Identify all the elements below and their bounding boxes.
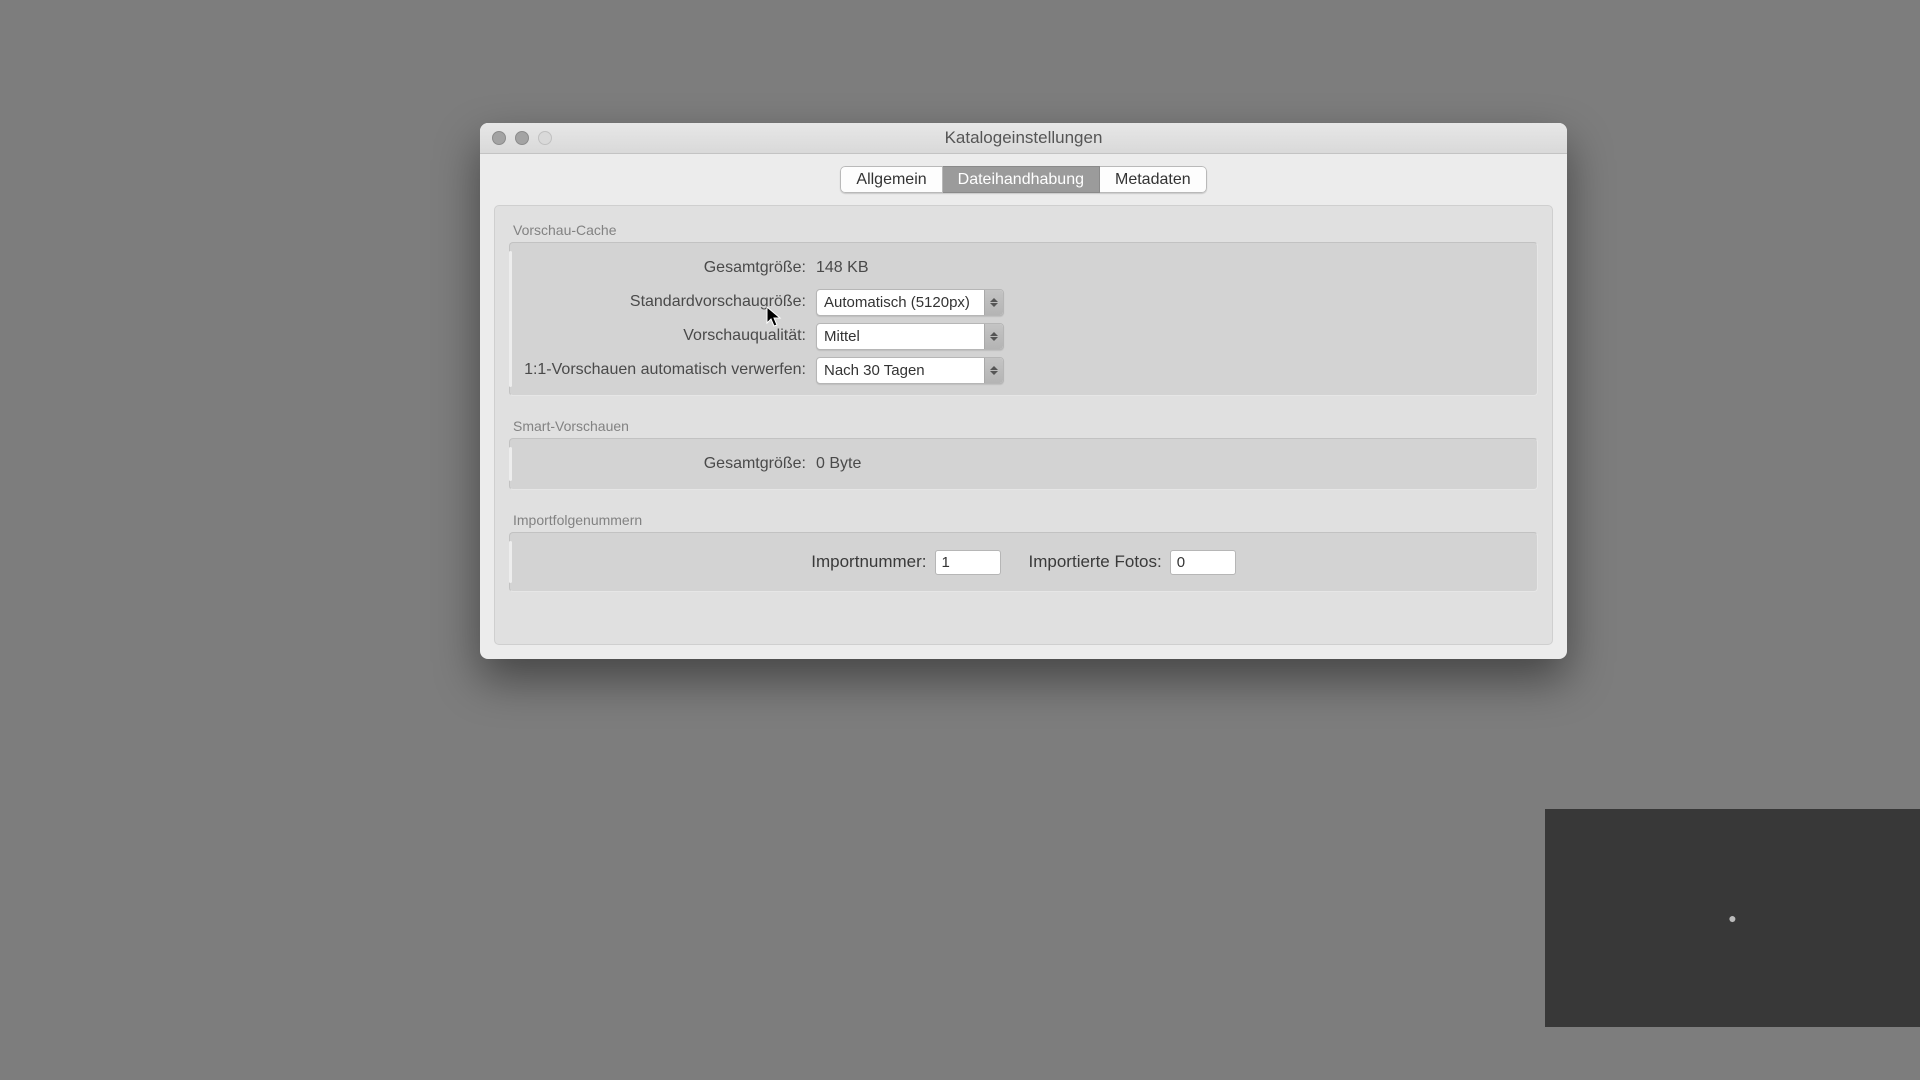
row-import-numbers: Importnummer: 1 Importierte Fotos: 0: [524, 541, 1523, 583]
group-legend-preview-cache: Vorschau-Cache: [513, 222, 1538, 238]
webcam-placeholder: ●: [1728, 910, 1736, 926]
select-value-std-preview-size: Automatisch (5120px): [817, 290, 984, 315]
settings-panel: Vorschau-Cache Gesamtgröße: 148 KB Stand…: [494, 205, 1553, 645]
chevron-up-icon: [990, 332, 998, 336]
group-box-import-sequence: Importnummer: 1 Importierte Fotos: 0: [509, 532, 1538, 592]
segmented-control: Allgemein Dateihandhabung Metadaten: [840, 166, 1206, 193]
row-preview-quality: Vorschauqualität: Mittel: [524, 319, 1523, 353]
tab-general[interactable]: Allgemein: [840, 166, 942, 193]
titlebar[interactable]: Katalogeinstellungen: [480, 123, 1567, 154]
label-smart-total-size: Gesamtgröße:: [524, 455, 816, 473]
label-preview-quality: Vorschauqualität:: [524, 327, 816, 345]
input-import-number[interactable]: 1: [935, 550, 1001, 575]
content-area: Vorschau-Cache Gesamtgröße: 148 KB Stand…: [480, 193, 1567, 659]
chevron-up-icon: [990, 366, 998, 370]
stepper-icon[interactable]: [984, 358, 1003, 383]
label-imported-photos: Importierte Fotos:: [1029, 552, 1162, 572]
select-preview-quality[interactable]: Mittel: [816, 323, 1004, 350]
input-imported-photos[interactable]: 0: [1170, 550, 1236, 575]
select-std-preview-size[interactable]: Automatisch (5120px): [816, 289, 1004, 316]
chevron-down-icon: [990, 303, 998, 307]
label-import-number: Importnummer:: [811, 552, 926, 572]
stepper-icon[interactable]: [984, 324, 1003, 349]
row-std-preview-size: Standardvorschaugröße: Automatisch (5120…: [524, 285, 1523, 319]
group-indicator: [509, 251, 512, 387]
select-value-discard-previews: Nach 30 Tagen: [817, 358, 984, 383]
group-indicator: [509, 447, 512, 481]
webcam-overlay: ●: [1545, 809, 1920, 1027]
pair-imported-photos: Importierte Fotos: 0: [1029, 550, 1236, 575]
catalog-settings-window: Katalogeinstellungen Allgemein Dateihand…: [480, 123, 1567, 659]
chevron-up-icon: [990, 298, 998, 302]
group-indicator: [509, 541, 512, 583]
chevron-down-icon: [990, 371, 998, 375]
window-title: Katalogeinstellungen: [480, 128, 1567, 148]
group-smart-previews: Smart-Vorschauen Gesamtgröße: 0 Byte: [509, 418, 1538, 490]
group-legend-import-sequence: Importfolgenummern: [513, 512, 1538, 528]
tab-bar: Allgemein Dateihandhabung Metadaten: [480, 154, 1567, 193]
group-preview-cache: Vorschau-Cache Gesamtgröße: 148 KB Stand…: [509, 222, 1538, 396]
row-discard-previews: 1:1-Vorschauen automatisch verwerfen: Na…: [524, 353, 1523, 387]
chevron-down-icon: [990, 337, 998, 341]
value-total-size: 148 KB: [816, 259, 868, 277]
tab-file-handling[interactable]: Dateihandhabung: [943, 166, 1100, 193]
label-std-preview-size: Standardvorschaugröße:: [524, 293, 816, 311]
row-smart-total-size: Gesamtgröße: 0 Byte: [524, 447, 1523, 481]
stepper-icon[interactable]: [984, 290, 1003, 315]
pair-import-number: Importnummer: 1: [811, 550, 1000, 575]
row-total-size: Gesamtgröße: 148 KB: [524, 251, 1523, 285]
value-smart-total-size: 0 Byte: [816, 455, 861, 473]
group-box-smart-previews: Gesamtgröße: 0 Byte: [509, 438, 1538, 490]
label-total-size: Gesamtgröße:: [524, 259, 816, 277]
group-import-sequence: Importfolgenummern Importnummer: 1 Impor…: [509, 512, 1538, 592]
group-box-preview-cache: Gesamtgröße: 148 KB Standardvorschaugröß…: [509, 242, 1538, 396]
select-discard-previews[interactable]: Nach 30 Tagen: [816, 357, 1004, 384]
label-discard-previews: 1:1-Vorschauen automatisch verwerfen:: [524, 361, 816, 379]
group-legend-smart-previews: Smart-Vorschauen: [513, 418, 1538, 434]
select-value-preview-quality: Mittel: [817, 324, 984, 349]
tab-metadata[interactable]: Metadaten: [1100, 166, 1207, 193]
